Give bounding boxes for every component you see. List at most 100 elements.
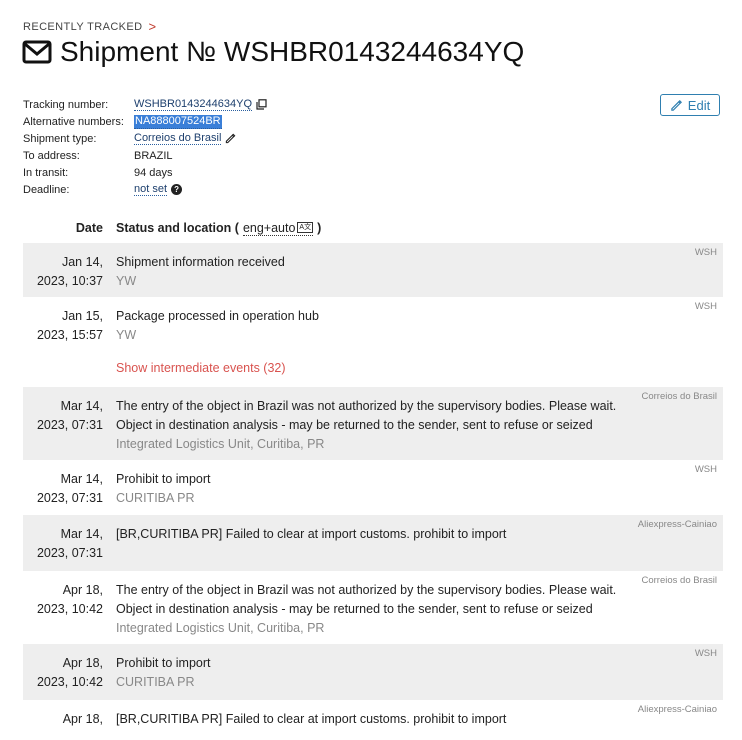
pencil-icon <box>671 99 682 111</box>
table-row: Jan 14, 2023, 10:37 Shipment information… <box>23 243 723 297</box>
event-source: Aliexpress-Cainiao <box>637 704 717 715</box>
shipment-info: Tracking number: WSHBR0143244634YQ Alter… <box>23 96 267 198</box>
date-column-header: Date <box>75 221 103 235</box>
event-content: The entry of the object in Brazil was no… <box>116 571 626 644</box>
event-status: [BR,CURITIBA PR] Failed to clear at impo… <box>116 712 507 726</box>
alternative-numbers-label: Alternative numbers: <box>23 115 124 128</box>
table-row: Mar 14, 2023, 07:31 [BR,CURITIBA PR] Fai… <box>23 515 723 571</box>
tracking-number-label: Tracking number: <box>23 98 109 111</box>
event-date-time: 2023, 10:42 <box>36 602 103 616</box>
chevron-right-icon: > <box>148 19 157 34</box>
status-column-close: ) <box>317 221 322 235</box>
in-transit-row: In transit: 94 days <box>23 164 267 181</box>
shipment-type-label: Shipment type: <box>23 132 97 145</box>
event-date-day: Mar 14, <box>60 527 103 541</box>
event-status: Prohibit to import <box>116 656 211 670</box>
table-row: Apr 18, [BR,CURITIBA PR] Failed to clear… <box>23 700 723 740</box>
event-content: Prohibit to import CURITIBA PR <box>116 460 626 515</box>
event-status: [BR,CURITIBA PR] Failed to clear at impo… <box>116 527 507 541</box>
event-date: Jan 15, 2023, 15:57 <box>23 297 103 353</box>
event-date: Mar 14, 2023, 07:31 <box>23 460 103 515</box>
to-address-row: To address: BRAZIL <box>23 147 267 164</box>
in-transit-value: 94 days <box>134 166 173 179</box>
language-select-value: eng+auto <box>242 220 296 235</box>
event-content: Package processed in operation hub YW <box>116 297 626 353</box>
event-date-day: Jan 15, <box>61 309 103 323</box>
event-status: Prohibit to import <box>116 472 211 486</box>
event-location: YW <box>116 274 137 288</box>
page-title-text: Shipment № WSHBR0143244634YQ <box>60 36 525 67</box>
event-source: WSH <box>694 247 717 258</box>
tracking-number-value[interactable]: WSHBR0143244634YQ <box>134 98 253 111</box>
event-date-time: 2023, 07:31 <box>36 491 103 505</box>
in-transit-label: In transit: <box>23 166 69 179</box>
show-intermediate-events-link[interactable]: Show intermediate events (32) <box>116 357 723 387</box>
event-date: Apr 18, 2023, 10:42 <box>23 644 103 700</box>
breadcrumb-label: RECENTLY TRACKED <box>23 20 143 33</box>
event-location: CURITIBA PR <box>116 491 195 505</box>
event-source: WSH <box>694 301 717 312</box>
event-content: [BR,CURITIBA PR] Failed to clear at impo… <box>116 515 626 571</box>
help-icon[interactable]: ? <box>171 184 183 195</box>
event-date-time: 2023, 15:57 <box>36 328 103 342</box>
translate-icon: A文 <box>297 222 314 233</box>
event-date: Jan 14, 2023, 10:37 <box>23 243 103 297</box>
shipment-type-value[interactable]: Correios do Brasil <box>134 132 222 145</box>
event-date: Mar 14, 2023, 07:31 <box>23 387 103 460</box>
event-source: WSH <box>694 648 717 659</box>
event-content: Shipment information received YW <box>116 243 626 297</box>
table-row: Apr 18, 2023, 10:42 The entry of the obj… <box>23 571 723 644</box>
table-row: Apr 18, 2023, 10:42 Prohibit to import C… <box>23 644 723 700</box>
copy-icon[interactable] <box>256 99 267 110</box>
event-status-detail: Object in destination analysis - may be … <box>116 602 593 616</box>
event-location: YW <box>116 328 137 342</box>
envelope-icon <box>22 40 52 64</box>
status-column-header: Status and location ( eng+auto A文 ) <box>116 221 321 236</box>
event-content: [BR,CURITIBA PR] Failed to clear at impo… <box>116 700 626 740</box>
tracking-number-row: Tracking number: WSHBR0143244634YQ <box>23 96 267 113</box>
event-date-day: Apr 18, <box>62 712 103 726</box>
event-source: WSH <box>694 464 717 475</box>
event-date-time: 2023, 07:31 <box>36 546 103 560</box>
to-address-label: To address: <box>23 149 80 162</box>
event-date-time: 2023, 07:31 <box>36 418 103 432</box>
edit-button-label: Edit <box>687 97 711 113</box>
event-status: The entry of the object in Brazil was no… <box>116 399 617 413</box>
event-status: Shipment information received <box>116 255 285 269</box>
alternative-numbers-row: Alternative numbers: NA888007524BR <box>23 113 267 130</box>
event-source: Aliexpress-Cainiao <box>637 519 717 530</box>
event-source: Correios do Brasil <box>641 391 718 402</box>
event-content: Prohibit to import CURITIBA PR <box>116 644 626 700</box>
event-date-day: Mar 14, <box>60 472 103 486</box>
event-status: Package processed in operation hub <box>116 309 319 323</box>
event-status: The entry of the object in Brazil was no… <box>116 583 617 597</box>
event-source: Correios do Brasil <box>641 575 718 586</box>
event-location: Integrated Logistics Unit, Curitiba, PR <box>116 437 325 451</box>
shipment-type-row: Shipment type: Correios do Brasil <box>23 130 267 147</box>
pencil-icon[interactable] <box>225 133 236 144</box>
table-row: Jan 15, 2023, 15:57 Package processed in… <box>23 297 723 353</box>
event-date: Mar 14, 2023, 07:31 <box>23 515 103 571</box>
event-content: The entry of the object in Brazil was no… <box>116 387 626 460</box>
event-date: Apr 18, <box>23 700 103 740</box>
event-date-time: 2023, 10:42 <box>36 675 103 689</box>
event-date-time: 2023, 10:37 <box>36 274 103 288</box>
events-list: Jan 14, 2023, 10:37 Shipment information… <box>23 243 723 740</box>
table-row: Mar 14, 2023, 07:31 The entry of the obj… <box>23 387 723 460</box>
status-column-label: Status and location ( <box>116 221 239 235</box>
deadline-value[interactable]: not set <box>134 183 168 196</box>
to-address-value: BRAZIL <box>134 149 173 162</box>
event-date-day: Jan 14, <box>61 255 103 269</box>
event-location: CURITIBA PR <box>116 675 195 689</box>
language-select[interactable]: eng+auto A文 <box>242 220 314 236</box>
page-title: Shipment № WSHBR0143244634YQ <box>22 36 524 68</box>
events-table-header: Date Status and location ( eng+auto A文 ) <box>23 218 721 238</box>
event-date-day: Apr 18, <box>62 656 103 670</box>
event-status-detail: Object in destination analysis - may be … <box>116 418 593 432</box>
event-date: Apr 18, 2023, 10:42 <box>23 571 103 644</box>
breadcrumb[interactable]: RECENTLY TRACKED > <box>23 20 156 33</box>
alternative-number-value[interactable]: NA888007524BR <box>134 114 222 129</box>
deadline-row: Deadline: not set ? <box>23 181 267 198</box>
edit-button[interactable]: Edit <box>660 94 720 116</box>
deadline-label: Deadline: <box>23 183 70 196</box>
